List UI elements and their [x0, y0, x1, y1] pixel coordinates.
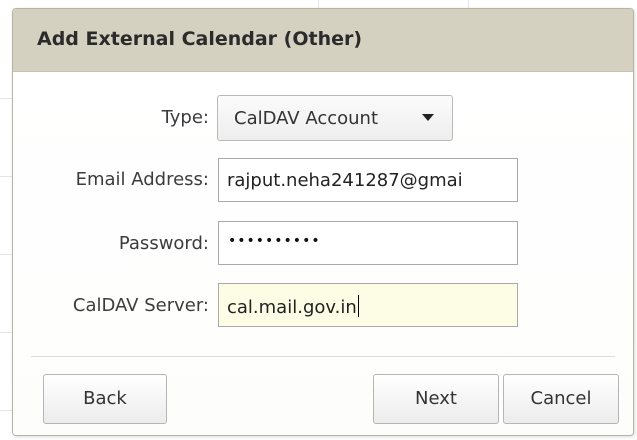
- caldav-server-label: CalDAV Server:: [72, 295, 209, 316]
- next-button[interactable]: Next: [373, 374, 499, 424]
- footer-divider: [31, 356, 615, 357]
- cancel-button[interactable]: Cancel: [503, 374, 619, 424]
- type-select-value: CalDAV Account: [234, 108, 379, 129]
- chevron-down-icon: [422, 114, 434, 121]
- back-button[interactable]: Back: [43, 374, 167, 424]
- type-label: Type:: [161, 107, 209, 128]
- caldav-server-field[interactable]: cal.mail.gov.in: [218, 283, 518, 327]
- email-label: Email Address:: [75, 169, 209, 190]
- type-select[interactable]: CalDAV Account: [217, 95, 453, 141]
- email-field-value: rajput.neha241287@gmai: [227, 170, 463, 191]
- text-cursor: [357, 295, 359, 317]
- password-label: Password:: [118, 233, 209, 254]
- dialog-title: Add External Calendar (Other): [37, 28, 363, 50]
- password-field-value: ••••••••••: [228, 233, 321, 249]
- dialog-titlebar: Add External Calendar (Other): [13, 9, 633, 72]
- password-field[interactable]: ••••••••••: [218, 221, 518, 265]
- email-field[interactable]: rajput.neha241287@gmai: [218, 158, 518, 202]
- caldav-server-field-value: cal.mail.gov.in: [227, 295, 359, 318]
- add-external-calendar-dialog: Add External Calendar (Other) Type: CalD…: [12, 8, 634, 436]
